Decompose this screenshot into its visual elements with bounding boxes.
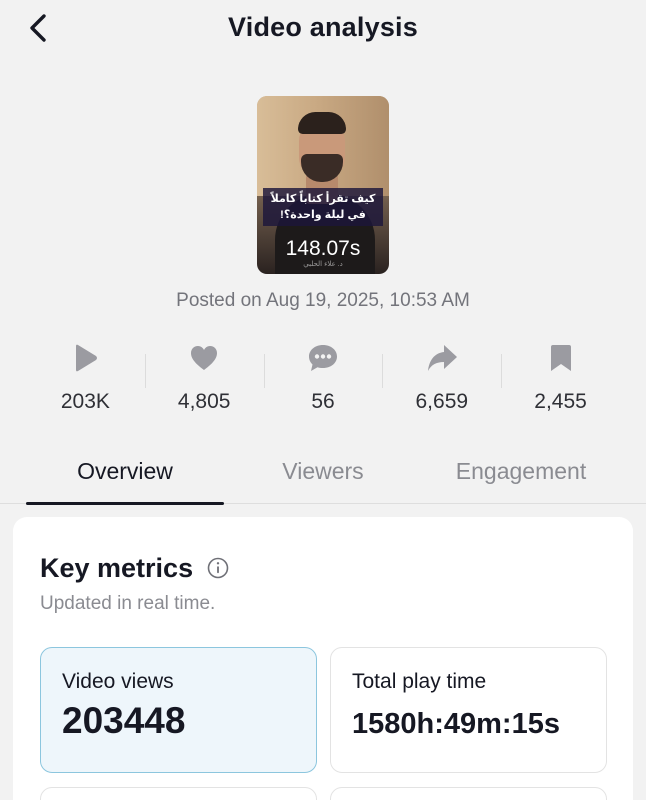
video-duration: 148.07s [285, 237, 361, 260]
stat-views[interactable]: 203K [26, 338, 145, 422]
thumbnail-caption-line-2: في ليلة واحدة؟! [280, 209, 366, 221]
tab-bar: Overview Viewers Engagement [0, 448, 646, 505]
metric-value: 1580h:49m:15s [352, 708, 560, 740]
metric-card-video-views[interactable]: Video views 203448 [40, 647, 317, 773]
share-icon [426, 342, 458, 374]
page-title: Video analysis [228, 12, 418, 42]
tab-engagement[interactable]: Engagement [422, 448, 620, 503]
tab-viewers[interactable]: Viewers [224, 448, 422, 503]
thumbnail-caption-line-1: كيف تقرأ كتاباً كاملاً [270, 193, 376, 205]
metric-value: 203448 [62, 700, 186, 741]
thumbnail-caption: كيف تقرأ كتاباً كاملاً في ليلة واحدة؟! [263, 188, 383, 226]
tab-overview[interactable]: Overview [26, 448, 224, 505]
stat-value-shares: 6,659 [415, 390, 469, 413]
info-icon[interactable] [207, 557, 229, 579]
header: Video analysis [0, 0, 646, 60]
heart-icon [188, 342, 220, 374]
thumbnail-person-hair [298, 112, 346, 134]
comment-icon [307, 342, 339, 374]
stat-value-likes: 4,805 [177, 390, 231, 413]
metric-label: Total play time [352, 670, 487, 693]
stat-value-views: 203K [60, 390, 110, 413]
metric-card-partial[interactable] [330, 787, 607, 800]
stat-shares[interactable]: 6,659 [382, 338, 501, 422]
video-thumbnail[interactable]: كيف تقرأ كتاباً كاملاً في ليلة واحدة؟! 1… [257, 96, 389, 274]
stat-value-saves: 2,455 [534, 390, 587, 413]
key-metrics-subtitle: Updated in real time. [40, 593, 216, 614]
thumbnail-credit: د. علاء الحلبي [303, 261, 343, 268]
metric-card-partial[interactable] [40, 787, 317, 800]
key-metrics-title: Key metrics [40, 553, 194, 583]
metric-card-total-play-time[interactable]: Total play time 1580h:49m:15s [330, 647, 607, 773]
metric-label: Video views [62, 670, 174, 693]
stat-comments[interactable]: 56 [263, 338, 383, 422]
key-metrics-card: Key metrics Updated in real time. Video … [13, 517, 633, 800]
stat-likes[interactable]: 4,805 [144, 338, 264, 422]
play-icon [69, 342, 101, 374]
posted-date: Posted on Aug 19, 2025, 10:53 AM [176, 290, 470, 311]
bookmark-icon [545, 342, 577, 374]
stat-saves[interactable]: 2,455 [501, 338, 620, 422]
stats-row: 203K 4,805 56 6,659 2,455 [26, 338, 620, 422]
stat-value-comments: 56 [311, 390, 335, 413]
